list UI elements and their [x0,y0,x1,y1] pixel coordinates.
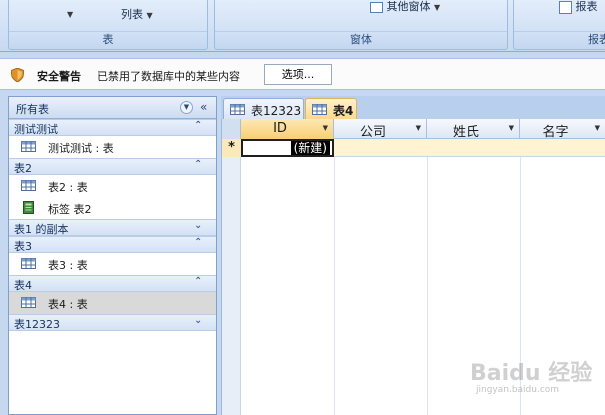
watermark-url: jingyan.baidu.com [476,385,560,395]
nav-title: 所有表 [16,103,49,116]
form-icon [370,1,383,13]
nav-item-label: 标签 表2 [48,203,92,216]
options-button[interactable]: 选项... [264,64,332,85]
table-icon [21,297,36,308]
other-form-button[interactable]: 其他窗体 ▼ [370,0,440,14]
report-button[interactable]: 报表 [559,0,598,14]
nav-group-header[interactable]: 表1 的副本 ⌄ [9,219,216,236]
column-header-id[interactable]: ID ▼ [241,119,334,139]
table-icon [230,104,245,115]
list-button[interactable]: 列表 ▼ [121,6,153,22]
tab-table12323[interactable]: 表12323 [223,98,304,119]
chevron-up-icon[interactable]: ⌃ [194,237,202,248]
ribbon-group-table: ▼ 列表 ▼ 表 [8,0,208,50]
chevron-down-icon[interactable]: ⌄ [194,220,202,231]
nav-group-header[interactable]: 表12323 ⌄ [9,314,216,331]
select-all-corner[interactable] [222,119,241,139]
chevron-down-icon[interactable]: ▼ [180,101,193,114]
nav-item-table[interactable]: 表3 : 表 [9,253,216,275]
chevron-up-icon[interactable]: ⌃ [194,120,202,131]
row-selector-column [222,139,241,415]
table-icon [21,141,36,152]
nav-item-table[interactable]: 测试测试 : 表 [9,136,216,158]
group-table-label: 表 [102,33,114,46]
nav-group-header[interactable]: 表3 ⌃ [9,236,216,253]
group-report-label: 报表 [588,33,605,46]
column-header-firstname[interactable]: 名字 ▼ [520,119,605,140]
shield-icon [11,68,24,82]
table-icon [21,180,36,191]
chevron-down-icon[interactable]: ▼ [323,124,328,132]
nav-item-label: 表3 : 表 [48,259,88,272]
ribbon-group-window: 其他窗体 ▼ 窗体 [214,0,508,50]
new-record-id-cell[interactable]: (新建) [241,139,334,157]
chevron-up-icon[interactable]: ⌃ [194,276,202,287]
column-label: 公司 [359,125,386,140]
nav-item-table-selected[interactable]: 表4 : 表 [9,292,216,314]
nav-group-label: 表3 [14,240,32,253]
nav-item-label: 表2 : 表 [48,181,88,194]
chevron-down-icon[interactable]: ⌄ [194,315,202,326]
nav-group-label: 表12323 [14,318,60,331]
nav-group-label: 表1 的副本 [14,223,69,236]
nav-item-label: 测试测试 : 表 [48,142,114,155]
nav-group-header[interactable]: 表4 ⌃ [9,275,216,292]
chevron-down-icon[interactable]: ▼ [509,124,514,132]
nav-header[interactable]: 所有表 ▼ « [9,97,216,119]
group-window-label: 窗体 [350,33,372,46]
nav-item-report[interactable]: 标签 表2 [9,197,216,219]
new-record-text: (新建) [290,141,330,155]
tab-table4[interactable]: 表4 [305,98,357,119]
table-icon [21,258,36,269]
report-icon [23,201,34,214]
new-record-marker[interactable]: * [222,139,241,157]
chevron-up-icon[interactable]: ⌃ [194,159,202,170]
nav-group-label: 表4 [14,279,32,292]
security-warning-bar: 安全警告 已禁用了数据库中的某些内容 选项... [0,58,605,90]
nav-item-label: 表4 : 表 [48,298,88,311]
navigation-pane: 所有表 ▼ « 测试测试 ⌃ 测试测试 : 表 表2 ⌃ 表2 : 表 标签 表… [8,96,217,415]
watermark-logo: Baidu 经验 [470,361,593,386]
column-label: ID [273,121,287,136]
nav-group-header[interactable]: 表2 ⌃ [9,158,216,175]
security-warning-message: 已禁用了数据库中的某些内容 [97,70,240,83]
nav-group-label: 测试测试 [14,123,58,136]
collapse-pane-icon[interactable]: « [200,100,207,114]
tab-label: 表4 [333,104,354,118]
column-label: 姓氏 [452,125,479,140]
tab-label: 表12323 [251,104,302,118]
ribbon-caret[interactable]: ▼ [67,7,73,20]
nav-item-table[interactable]: 表2 : 表 [9,175,216,197]
column-header-lastname[interactable]: 姓氏 ▼ [427,119,520,140]
security-warning-title: 安全警告 [37,70,81,83]
ribbon: ▼ 列表 ▼ 表 其他窗体 ▼ 窗体 报表 报表 [0,0,605,52]
column-header-company[interactable]: 公司 ▼ [334,119,427,140]
chevron-down-icon[interactable]: ▼ [416,124,421,132]
document-tabs: 表12323 表4 [221,96,605,119]
nav-group-label: 表2 [14,162,32,175]
table-icon [312,104,327,115]
ribbon-group-report: 报表 报表 [513,0,605,50]
column-headers: ID ▼ 公司 ▼ 姓氏 ▼ 名字 ▼ [222,119,605,140]
nav-group-header[interactable]: 测试测试 ⌃ [9,119,216,136]
chevron-down-icon[interactable]: ▼ [595,124,600,132]
report-icon [559,0,572,14]
column-label: 名字 [542,125,569,140]
